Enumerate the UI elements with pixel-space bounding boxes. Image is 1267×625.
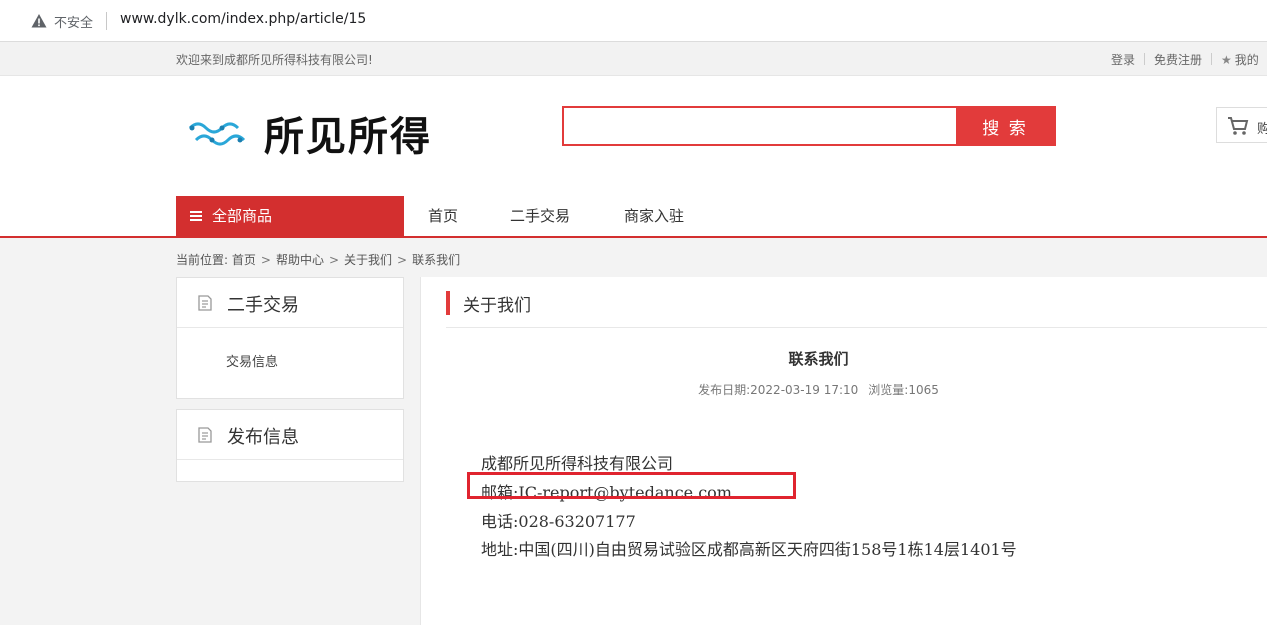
email-highlight-box — [467, 472, 796, 499]
star-icon: ★ — [1221, 53, 1232, 67]
sidebar-box-title[interactable]: 发布信息 — [227, 423, 299, 449]
login-link[interactable]: 登录 — [1111, 51, 1135, 68]
publish-date: 2022-03-19 17:10 — [750, 383, 859, 397]
nav-item-second-hand[interactable]: 二手交易 — [510, 196, 570, 236]
sidebar-box-title[interactable]: 二手交易 — [227, 291, 299, 317]
cart-button[interactable]: 购 — [1216, 107, 1267, 143]
link-divider — [1144, 53, 1146, 65]
breadcrumb-item[interactable]: 首页 — [232, 253, 256, 267]
cart-icon — [1228, 117, 1249, 135]
address-line: 地址:中国(四川)自由贸易试验区成都高新区天府四街158号1栋14层1401号 — [481, 540, 1017, 559]
article-panel: 关于我们 联系我们 发布日期:2022-03-19 17:10 浏览量:1065 … — [420, 277, 1267, 625]
section-title: 关于我们 — [463, 296, 531, 316]
breadcrumb-item[interactable]: 关于我们 — [344, 253, 392, 267]
welcome-text: 欢迎来到成都所见所得科技有限公司! — [176, 53, 373, 67]
sidebar-box-publish: 发布信息 — [176, 409, 404, 482]
breadcrumb-separator: > — [260, 253, 271, 267]
logo-text[interactable]: 所见所得 — [264, 104, 432, 162]
breadcrumb-separator: > — [328, 253, 340, 267]
company-name-line: 成都所见所得科技有限公司 — [481, 454, 674, 473]
phone-line: 电话:028-63207177 — [481, 512, 636, 531]
sidebar-box-head: 二手交易 — [177, 278, 403, 328]
user-links: 登录 免费注册 ★ 我的 — [1111, 51, 1259, 68]
sidebar-item-trade-info[interactable]: 交易信息 — [226, 351, 278, 370]
section-title-accent — [446, 291, 450, 315]
all-categories-label: 全部商品 — [212, 207, 273, 225]
warning-icon[interactable] — [31, 13, 47, 29]
link-divider — [1211, 53, 1213, 65]
nav-item-merchant[interactable]: 商家入驻 — [624, 196, 684, 236]
publish-label: 发布日期: — [698, 383, 751, 397]
cart-label: 购 — [1257, 122, 1267, 137]
register-link[interactable]: 免费注册 — [1154, 51, 1202, 68]
search-box: 搜 索 — [562, 106, 1056, 146]
main-nav: 全部商品 首页 二手交易 商家入驻 — [0, 196, 1267, 238]
menu-icon — [190, 211, 202, 221]
breadcrumb: 当前位置: 首页 > 帮助中心 > 关于我们 > 联系我们 — [176, 251, 460, 268]
search-input[interactable] — [564, 108, 956, 144]
nav-item-home[interactable]: 首页 — [428, 196, 458, 236]
document-icon — [198, 295, 212, 311]
logo-icon[interactable] — [186, 116, 246, 156]
article-meta: 发布日期:2022-03-19 17:10 浏览量:1065 — [421, 381, 1216, 398]
views-count: 1065 — [908, 383, 939, 397]
section-divider — [446, 327, 1267, 328]
views-label: 浏览量: — [868, 383, 909, 397]
breadcrumb-item[interactable]: 帮助中心 — [276, 253, 324, 267]
security-label[interactable]: 不安全 — [54, 12, 93, 31]
site-header: 所见所得 搜 索 购 — [0, 76, 1267, 196]
search-button[interactable]: 搜 索 — [956, 108, 1054, 144]
mine-link[interactable]: 我的 — [1235, 51, 1259, 68]
breadcrumb-item[interactable]: 联系我们 — [412, 253, 460, 267]
breadcrumb-separator: > — [397, 253, 408, 267]
top-strip: 欢迎来到成都所见所得科技有限公司! 登录 免费注册 ★ 我的 — [0, 42, 1267, 76]
sidebar-box-second-hand: 二手交易 交易信息 — [176, 277, 404, 399]
document-icon — [198, 427, 212, 443]
browser-address-bar: 不安全 www.dylk.com/index.php/article/15 — [0, 0, 1267, 42]
article-title: 联系我们 — [788, 350, 849, 368]
address-divider — [106, 12, 107, 30]
sidebar-box-head: 发布信息 — [177, 410, 403, 460]
all-categories-button[interactable]: 全部商品 — [176, 196, 404, 236]
breadcrumb-prefix: 当前位置: — [176, 253, 229, 267]
url-text[interactable]: www.dylk.com/index.php/article/15 — [120, 11, 366, 27]
